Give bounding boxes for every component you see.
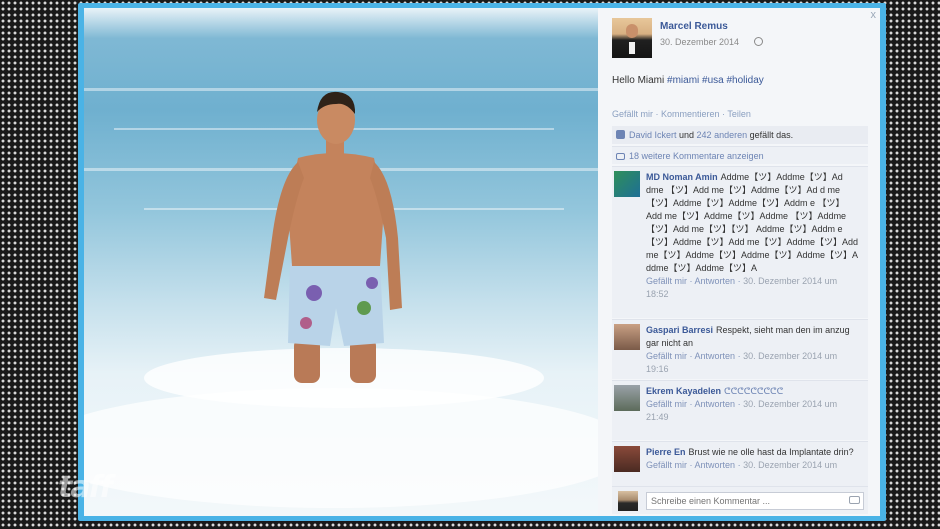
photo-viewer: x Marcel Remus 30. Dezember 2014 Hello M… bbox=[84, 8, 880, 516]
like-link[interactable]: Gefällt mir bbox=[612, 109, 653, 119]
comment-meta: Gefällt mir · Antworten · 30. Dezember 2… bbox=[646, 460, 838, 470]
comment-body: MD Noman Amin Addme【ツ】Addme【ツ】Ad dme 【ツ】A… bbox=[646, 171, 860, 301]
comment-input[interactable] bbox=[646, 492, 864, 510]
likes-summary: David Ickert und 242 anderen gefällt das… bbox=[612, 126, 868, 144]
comment-meta: Gefällt mir · Antworten · 30. Dezember 2… bbox=[646, 351, 838, 374]
hashtag-link[interactable]: #usa bbox=[702, 75, 724, 86]
author-avatar[interactable] bbox=[612, 18, 652, 58]
action-separator: · bbox=[653, 109, 662, 119]
likes-suffix: gefällt das. bbox=[747, 130, 794, 140]
comment-reply-link[interactable]: Antworten bbox=[695, 399, 736, 409]
likes-count-link[interactable]: 242 anderen bbox=[697, 130, 748, 140]
comment-like-link[interactable]: Gefällt mir bbox=[646, 276, 687, 286]
avatar-shirt bbox=[629, 42, 635, 54]
more-comments-link[interactable]: 18 weitere Kommentare anzeigen bbox=[612, 146, 868, 164]
comment-reply-link[interactable]: Antworten bbox=[695, 460, 736, 470]
comment-link[interactable]: Kommentieren bbox=[661, 109, 720, 119]
comment-like-link[interactable]: Gefällt mir bbox=[646, 351, 687, 361]
share-link[interactable]: Teilen bbox=[727, 109, 751, 119]
hashtag-link[interactable]: #miami bbox=[667, 75, 699, 86]
comment-item: Pierre En Brust wie ne olle hast da Impla… bbox=[612, 441, 868, 486]
close-icon[interactable]: x bbox=[871, 9, 877, 21]
comment-text: Addme【ツ】Addme【ツ】Ad dme 【ツ】Add me【ツ】Addme… bbox=[646, 172, 859, 273]
hashtag-link[interactable]: #holiday bbox=[727, 75, 764, 86]
post-actions: Gefällt mir · Kommentieren · Teilen bbox=[612, 109, 751, 119]
comment-item: Gaspari Barresi Respekt, sieht man den im… bbox=[612, 319, 868, 379]
author-name[interactable]: Marcel Remus bbox=[660, 21, 728, 32]
camera-icon[interactable] bbox=[849, 496, 860, 504]
post-side-panel: Marcel Remus 30. Dezember 2014 Hello Mia… bbox=[608, 8, 870, 516]
more-comments-label[interactable]: 18 weitere Kommentare anzeigen bbox=[629, 151, 764, 161]
comment-date[interactable]: 30. Dezember 2014 um bbox=[743, 460, 837, 470]
post-text: Hello Miami #miami #usa #holiday bbox=[612, 75, 764, 86]
globe-icon bbox=[754, 37, 763, 46]
commenter-avatar[interactable] bbox=[614, 324, 640, 350]
comment-meta: Gefällt mir · Antworten · 30. Dezember 2… bbox=[646, 276, 838, 299]
likes-and: und bbox=[676, 130, 697, 140]
commenter-name[interactable]: MD Noman Amin bbox=[646, 172, 718, 182]
avatar-face bbox=[626, 24, 638, 38]
comment-bubble-icon bbox=[616, 153, 625, 160]
comment-item: MD Noman Amin Addme【ツ】Addme【ツ】Ad dme 【ツ】A… bbox=[612, 166, 868, 318]
comment-composer bbox=[612, 486, 868, 514]
post-text-body: Hello Miami bbox=[612, 75, 668, 86]
commenter-avatar[interactable] bbox=[614, 171, 640, 197]
liker-name[interactable]: David Ickert bbox=[629, 130, 677, 140]
comment-meta: Gefällt mir · Antworten · 30. Dezember 2… bbox=[646, 399, 838, 422]
commenter-name[interactable]: Gaspari Barresi bbox=[646, 325, 713, 335]
commenter-name[interactable]: Pierre En bbox=[646, 447, 686, 457]
channel-logo: taff bbox=[58, 470, 113, 505]
comment-text: ᕦᕦᕦᕦᕦᕦᕦᕦᕦ bbox=[724, 386, 784, 396]
commenter-name[interactable]: Ekrem Kayadelen bbox=[646, 386, 721, 396]
comment-reply-link[interactable]: Antworten bbox=[695, 276, 736, 286]
comment-like-link[interactable]: Gefällt mir bbox=[646, 460, 687, 470]
comment-reply-link[interactable]: Antworten bbox=[695, 351, 736, 361]
comment-body: Ekrem Kayadelen ᕦᕦᕦᕦᕦᕦᕦᕦᕦ Gefällt mir · A… bbox=[646, 385, 860, 424]
post-photo[interactable] bbox=[84, 8, 598, 516]
comment-like-link[interactable]: Gefällt mir bbox=[646, 399, 687, 409]
comment-body: Gaspari Barresi Respekt, sieht man den im… bbox=[646, 324, 860, 376]
man-figure bbox=[264, 91, 402, 383]
comment-item: Ekrem Kayadelen ᕦᕦᕦᕦᕦᕦᕦᕦᕦ Gefällt mir · A… bbox=[612, 380, 868, 440]
commenter-avatar[interactable] bbox=[614, 385, 640, 411]
thumbs-up-icon bbox=[616, 130, 625, 139]
comment-body: Pierre En Brust wie ne olle hast da Impla… bbox=[646, 446, 860, 472]
current-user-avatar bbox=[618, 491, 638, 511]
post-date[interactable]: 30. Dezember 2014 bbox=[660, 37, 739, 47]
comment-text: Brust wie ne olle hast da Implantate dri… bbox=[688, 447, 854, 457]
commenter-avatar[interactable] bbox=[614, 446, 640, 472]
beach-photo-illustration bbox=[84, 88, 598, 508]
